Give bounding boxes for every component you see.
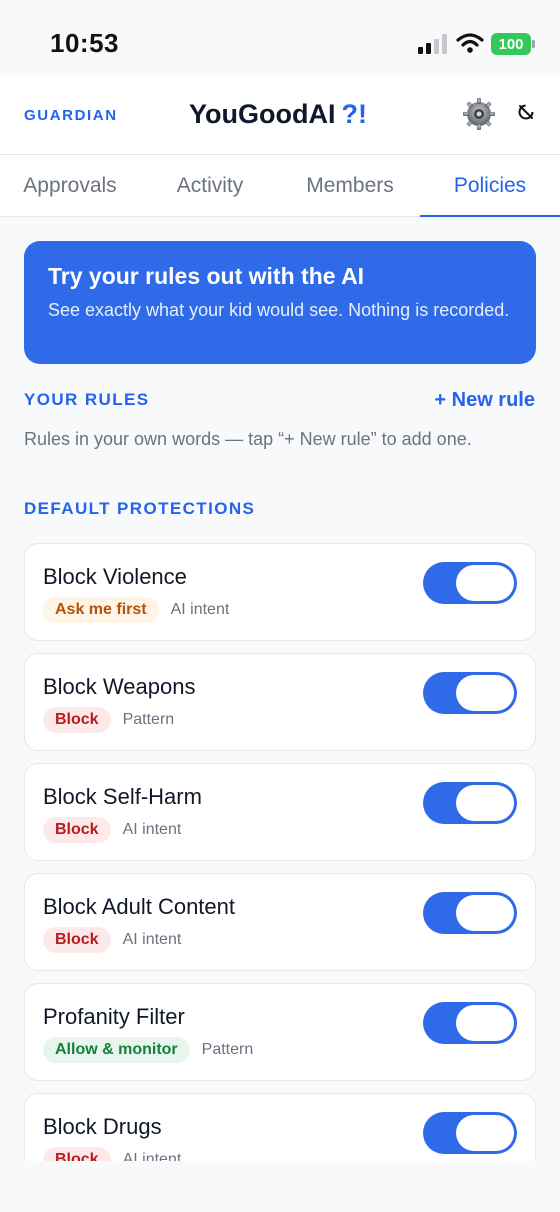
battery-indicator: 100 (491, 33, 535, 55)
bottom-safe-area (0, 1161, 560, 1212)
try-rules-banner[interactable]: Try your rules out with the AI See exact… (24, 241, 536, 364)
app-header: GUARDIAN YouGoodAI?! (0, 75, 560, 155)
toggle-knob (456, 785, 514, 821)
rule-kind: Pattern (201, 1041, 254, 1058)
protection-name: Block Adult Content (43, 894, 236, 919)
protection-name: Block Violence (43, 564, 187, 589)
protection-name: Profanity Filter (43, 1004, 185, 1029)
protection-meta: Block AI intent (43, 817, 181, 843)
protection-meta: Block AI intent (43, 927, 181, 953)
banner-title: Try your rules out with the AI (48, 263, 365, 289)
rule-kind: Pattern (122, 711, 175, 728)
new-rule-button[interactable]: + New rule (434, 389, 535, 412)
protection-meta: Ask me first AI intent (43, 597, 229, 623)
action-badge: Block (43, 927, 111, 953)
policies-content[interactable]: Try your rules out with the AI See exact… (0, 217, 560, 1161)
banner-subtitle: See exactly what your kid would see. Not… (48, 300, 510, 320)
protection-card-profanity[interactable]: Profanity Filter Allow & monitor Pattern (24, 983, 536, 1081)
protection-card-self-harm[interactable]: Block Self-Harm Block AI intent (24, 763, 536, 861)
protection-toggle[interactable] (423, 672, 517, 714)
action-badge: Ask me first (43, 597, 159, 623)
protection-name: Block Self-Harm (43, 784, 202, 809)
protection-name: Block Weapons (43, 674, 196, 699)
role-label: GUARDIAN (24, 107, 118, 124)
app-title-text: YouGoodAI (189, 99, 336, 129)
tab-members[interactable]: Members (280, 155, 420, 217)
gear-icon[interactable] (462, 97, 496, 131)
protection-card-violence[interactable]: Block Violence Ask me first AI intent (24, 543, 536, 641)
wifi-icon (456, 33, 484, 53)
protection-toggle[interactable] (423, 1002, 517, 1044)
protection-name: Block Drugs (43, 1114, 162, 1139)
protection-meta: Allow & monitor Pattern (43, 1037, 253, 1063)
rules-hint: Rules in your own words — tap “+ New rul… (24, 429, 472, 449)
toggle-knob (456, 675, 514, 711)
action-badge: Block (43, 707, 111, 733)
rule-kind: AI intent (122, 931, 182, 948)
tab-activity[interactable]: Activity (140, 155, 280, 217)
protection-toggle[interactable] (423, 562, 517, 604)
app-title-accent: ?! (341, 99, 367, 129)
protection-card-weapons[interactable]: Block Weapons Block Pattern (24, 653, 536, 751)
protection-toggle[interactable] (423, 892, 517, 934)
rule-kind: AI intent (122, 1151, 182, 1161)
toggle-knob (456, 1115, 514, 1151)
app-title: YouGoodAI?! (189, 99, 367, 130)
default-protections-heading: DEFAULT PROTECTIONS (24, 499, 256, 518)
reset-icon[interactable] (517, 103, 535, 121)
toggle-knob (456, 565, 514, 601)
cellular-signal-icon (418, 34, 447, 54)
tab-bar: Approvals Activity Members Policies (0, 155, 560, 218)
your-rules-heading: YOUR RULES (24, 390, 150, 409)
rule-kind: AI intent (122, 821, 182, 838)
status-bar: 10:53 100 (0, 0, 560, 75)
status-time: 10:53 (50, 28, 119, 58)
protection-card-drugs[interactable]: Block Drugs Block AI intent (24, 1093, 536, 1161)
protection-meta: Block AI intent (43, 1147, 181, 1161)
action-badge: Block (43, 817, 111, 843)
toggle-knob (456, 1005, 514, 1041)
rule-kind: AI intent (170, 601, 230, 618)
toggle-knob (456, 895, 514, 931)
action-badge: Allow & monitor (43, 1037, 190, 1063)
protection-card-adult-content[interactable]: Block Adult Content Block AI intent (24, 873, 536, 971)
protection-toggle[interactable] (423, 1112, 517, 1154)
action-badge: Block (43, 1147, 111, 1161)
tab-approvals[interactable]: Approvals (0, 155, 140, 217)
protection-toggle[interactable] (423, 782, 517, 824)
protection-meta: Block Pattern (43, 707, 174, 733)
tab-policies[interactable]: Policies (420, 155, 560, 218)
